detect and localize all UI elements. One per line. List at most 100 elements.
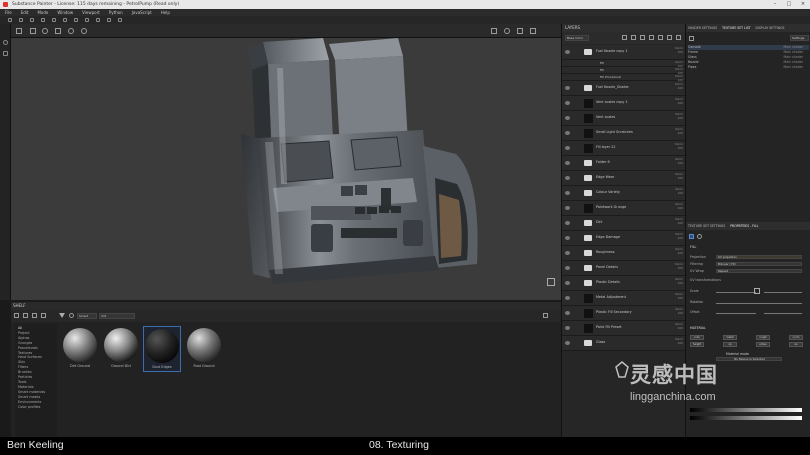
polygon-fill-tool-icon[interactable] <box>74 18 78 22</box>
layer-row[interactable]: Fill Norm 100 <box>562 60 686 67</box>
add-layer-icon[interactable] <box>649 35 654 40</box>
layer-row[interactable]: Plastic Details Norm 100 <box>562 276 686 291</box>
channel-color-button[interactable]: color <box>690 335 704 340</box>
layer-row[interactable]: Fill layer 22 Norm 100 <box>562 141 686 156</box>
layer-visibility-icon[interactable] <box>565 116 570 120</box>
layer-visibility-icon[interactable] <box>565 191 570 195</box>
uv-wrap-select[interactable]: Repeat <box>716 269 802 273</box>
add-mask-icon[interactable] <box>631 35 636 40</box>
maximize-button[interactable]: □ <box>782 0 796 9</box>
layer-opacity[interactable]: 100 <box>675 116 683 121</box>
shelf-search-input[interactable]: dirt <box>99 313 135 319</box>
shelf-settings-icon[interactable] <box>543 313 548 318</box>
log-icon[interactable] <box>3 51 8 56</box>
grid-view-icon[interactable] <box>23 313 28 318</box>
color-gradient-bar[interactable] <box>690 408 802 412</box>
layer-row[interactable]: Fill Procedural Norm 100 <box>562 74 686 81</box>
layer-row[interactable]: Metal Adjustment Norm 100 <box>562 291 686 306</box>
layer-opacity[interactable]: 100 <box>675 341 683 346</box>
layer-opacity[interactable]: 100 <box>675 311 683 316</box>
layer-visibility-icon[interactable] <box>565 176 570 180</box>
menu-edit[interactable]: Edit <box>21 9 29 16</box>
scale-lock-icon[interactable] <box>754 288 760 294</box>
layer-row[interactable]: Plastic Fill Secondary Norm 100 <box>562 306 686 321</box>
layer-visibility-icon[interactable] <box>565 296 570 300</box>
layer-row[interactable]: Edge Wear Norm 100 <box>562 171 686 186</box>
fill-channel-icon[interactable] <box>689 234 694 239</box>
delete-layer-icon[interactable] <box>676 35 681 40</box>
layer-opacity[interactable]: 100 <box>675 236 683 241</box>
close-button[interactable]: × <box>796 0 810 9</box>
smudge-tool-icon[interactable] <box>52 18 56 22</box>
paint-tool-icon[interactable] <box>8 18 12 22</box>
layer-row[interactable]: Roughness Norm 100 <box>562 246 686 261</box>
layer-opacity[interactable]: 100 <box>675 131 683 136</box>
menu-window[interactable]: Window <box>57 9 73 16</box>
clone-tool-icon[interactable] <box>63 18 67 22</box>
align-icon[interactable] <box>55 28 61 34</box>
layer-opacity[interactable]: 100 <box>675 86 683 91</box>
channel-metal-button[interactable]: metal <box>723 335 737 340</box>
layer-row[interactable]: Edge Damage Norm 100 <box>562 231 686 246</box>
viewport-3d[interactable] <box>11 38 561 300</box>
layer-visibility-icon[interactable] <box>565 326 570 330</box>
tab-texture-set-list[interactable]: TEXTURE SET LIST <box>722 24 750 32</box>
layer-visibility-icon[interactable] <box>565 341 570 345</box>
light-icon[interactable] <box>81 28 87 34</box>
channel-height-button[interactable]: height <box>690 342 704 347</box>
menu-javascript[interactable]: JavaScript <box>132 9 152 16</box>
add-effect-icon[interactable] <box>622 35 627 40</box>
layer-row[interactable]: Fill Norm 100 <box>562 67 686 74</box>
layer-opacity[interactable]: 100 <box>675 161 683 166</box>
layer-visibility-icon[interactable] <box>565 101 570 105</box>
layout-grid-icon[interactable] <box>30 28 36 34</box>
menu-mode[interactable]: Mode <box>37 9 48 16</box>
camera-settings-icon[interactable] <box>530 28 536 34</box>
add-fill-layer-icon[interactable] <box>640 35 645 40</box>
layer-row[interactable]: Fuel Nozzle copy 1 Norm 100 <box>562 45 686 60</box>
layer-visibility-icon[interactable] <box>565 50 570 54</box>
channel-emiss-button[interactable]: emiss <box>756 342 770 347</box>
layer-opacity[interactable]: 100 <box>675 326 683 331</box>
layer-visibility-icon[interactable] <box>565 236 570 240</box>
layout-single-icon[interactable] <box>16 28 22 34</box>
iray-icon[interactable] <box>517 28 523 34</box>
layer-opacity[interactable]: 100 <box>675 101 683 106</box>
layer-visibility-icon[interactable] <box>565 86 570 90</box>
tab-shader-settings[interactable]: SHADER SETTINGS <box>688 24 717 32</box>
layer-row[interactable]: Colour Variety Norm 100 <box>562 186 686 201</box>
geometry-mask-tool-icon[interactable] <box>41 18 45 22</box>
layer-row[interactable]: Glass Norm 100 <box>562 336 686 351</box>
search-icon[interactable] <box>69 313 74 318</box>
layer-row[interactable]: Small Light Scratches Norm 100 <box>562 126 686 141</box>
menu-viewport[interactable]: Viewport <box>82 9 100 16</box>
layer-opacity[interactable]: 100 <box>675 281 683 286</box>
tab-properties-fill[interactable]: PROPERTIES - FILL <box>730 222 758 230</box>
eraser-tool-icon[interactable] <box>19 18 23 22</box>
brush-settings-icon[interactable] <box>118 18 122 22</box>
channel-ao-button[interactable]: ao <box>789 342 803 347</box>
shelf-material-item[interactable]: Rust Ground <box>185 326 223 372</box>
layer-visibility-icon[interactable] <box>565 206 570 210</box>
measure-tool-icon[interactable] <box>107 18 111 22</box>
shelf-material-item-selected[interactable]: Dust Edges <box>143 326 181 372</box>
category-color-profiles[interactable]: Color profiles <box>18 405 57 410</box>
texture-set-settings-select[interactable]: Settings <box>790 35 809 41</box>
duplicate-layer-icon[interactable] <box>667 35 672 40</box>
tab-texture-set-settings[interactable]: TEXTURE SET SETTINGS <box>688 222 725 230</box>
texture-set-eye-icon[interactable] <box>689 36 694 41</box>
layer-row[interactable]: Fuel Nozzle_Shader Norm 100 <box>562 81 686 96</box>
layer-opacity[interactable]: 100 <box>675 50 683 55</box>
material-mode-select[interactable]: No Resource Selected <box>716 357 782 361</box>
projection-tool-icon[interactable] <box>30 18 34 22</box>
layer-opacity[interactable]: 100 <box>675 191 683 196</box>
layer-visibility-icon[interactable] <box>565 266 570 270</box>
camera-icon[interactable] <box>68 28 74 34</box>
channel-norm-button[interactable]: norm <box>789 335 803 340</box>
filter-icon[interactable] <box>59 313 65 318</box>
scale-slider-v[interactable] <box>764 292 802 293</box>
layer-row[interactable]: Vent scales copy 1 Norm 100 <box>562 96 686 111</box>
shelf-material-item[interactable]: Ground Dirt <box>102 326 140 372</box>
import-icon[interactable] <box>41 313 46 318</box>
layer-opacity[interactable]: 100 <box>675 206 683 211</box>
